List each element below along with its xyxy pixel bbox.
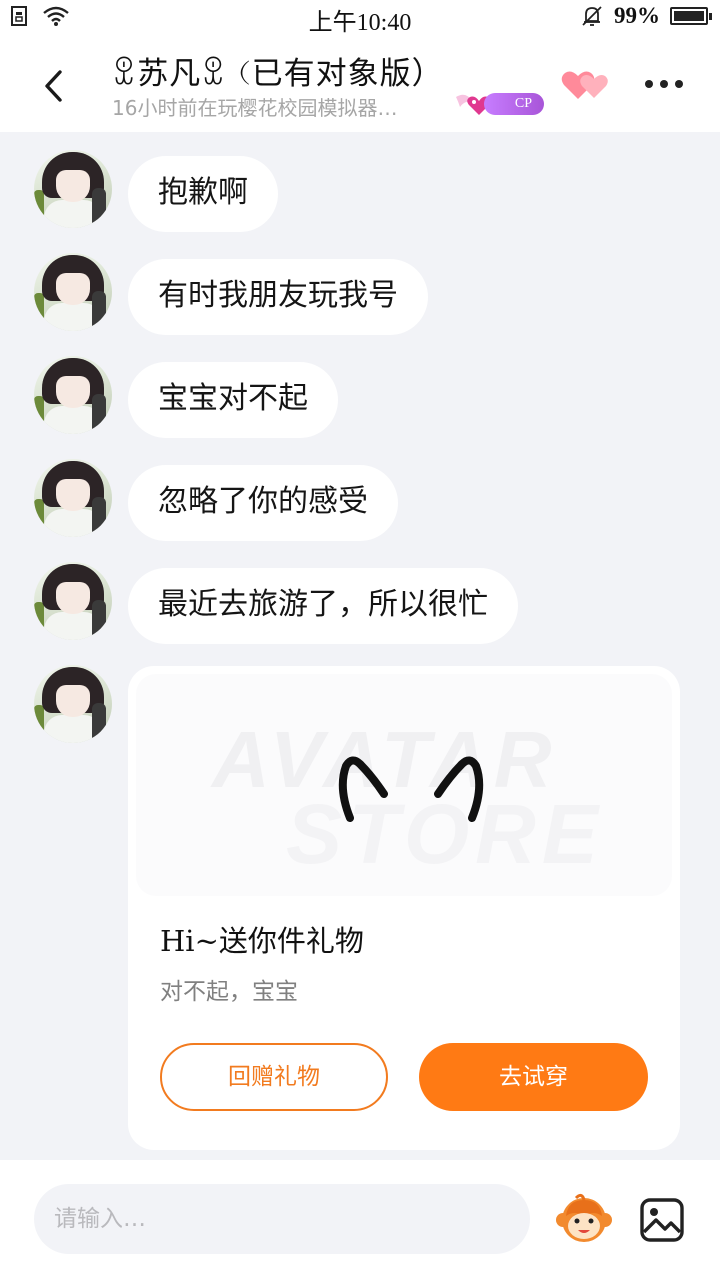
- avatar[interactable]: [34, 356, 112, 434]
- image-button[interactable]: [638, 1196, 686, 1244]
- contact-name[interactable]: ꀾ苏凡ꀾ（已有对象版）: [112, 48, 444, 93]
- more-button[interactable]: [638, 64, 690, 104]
- more-dot: [645, 80, 653, 88]
- gift-title: Hi~送你件礼物: [160, 924, 364, 958]
- message-bubble[interactable]: 宝宝对不起: [128, 362, 338, 438]
- avatar[interactable]: [34, 253, 112, 331]
- battery-icon: [670, 7, 712, 25]
- message-input[interactable]: [34, 1184, 530, 1254]
- message-bubble[interactable]: 忽略了你的感受: [128, 465, 398, 541]
- message-bubble[interactable]: 最近去旅游了，所以很忙: [128, 568, 518, 644]
- message-row: 有时我朋友玩我号: [0, 245, 720, 335]
- contact-status: 16小时前在玩樱花校园模拟器…: [112, 96, 398, 120]
- hearts-button[interactable]: [560, 68, 612, 102]
- hearts-icon: [561, 71, 608, 99]
- sticker-button[interactable]: [554, 1190, 614, 1250]
- avatar[interactable]: [34, 665, 112, 743]
- cp-badge[interactable]: CP: [452, 89, 546, 119]
- image-icon: [640, 1198, 684, 1242]
- gift-preview[interactable]: AVATAR STORE: [136, 674, 672, 896]
- try-on-button[interactable]: 去试穿: [419, 1043, 648, 1111]
- message-bubble[interactable]: 有时我朋友玩我号: [128, 259, 428, 335]
- battery-fill: [674, 11, 704, 21]
- gift-card[interactable]: AVATAR STORE Hi~送你件礼物 对不起，宝宝 回赠礼物 去试穿: [128, 666, 680, 1150]
- chevron-left-icon: [45, 70, 62, 102]
- message-row: 最近去旅游了，所以很忙: [0, 554, 720, 644]
- avatar[interactable]: [34, 150, 112, 228]
- avatar[interactable]: [34, 459, 112, 537]
- mute-bell-icon: [582, 6, 602, 26]
- status-bar: 上午10:40 99%: [0, 0, 720, 36]
- more-dot: [660, 80, 668, 88]
- cp-badge-label: CP: [484, 93, 544, 115]
- chat-header: ꀾ苏凡ꀾ（已有对象版） 16小时前在玩樱花校园模拟器… CP: [0, 34, 720, 132]
- input-bar: [0, 1160, 720, 1280]
- monkey-sticker-icon: [556, 1193, 612, 1242]
- message-row: 宝宝对不起: [0, 348, 720, 438]
- avatar[interactable]: [34, 562, 112, 640]
- more-dot: [675, 80, 683, 88]
- message-row: 抱歉啊: [0, 142, 720, 232]
- return-gift-button[interactable]: 回赠礼物: [160, 1043, 388, 1111]
- message-bubble[interactable]: 抱歉啊: [128, 156, 278, 232]
- gift-subtitle: 对不起，宝宝: [160, 979, 298, 1005]
- back-button[interactable]: [30, 62, 78, 110]
- status-right-icons: 99%: [580, 3, 712, 29]
- cat-ears-icon: [338, 756, 484, 822]
- battery-percent: 99%: [614, 3, 660, 28]
- message-row: 忽略了你的感受: [0, 451, 720, 541]
